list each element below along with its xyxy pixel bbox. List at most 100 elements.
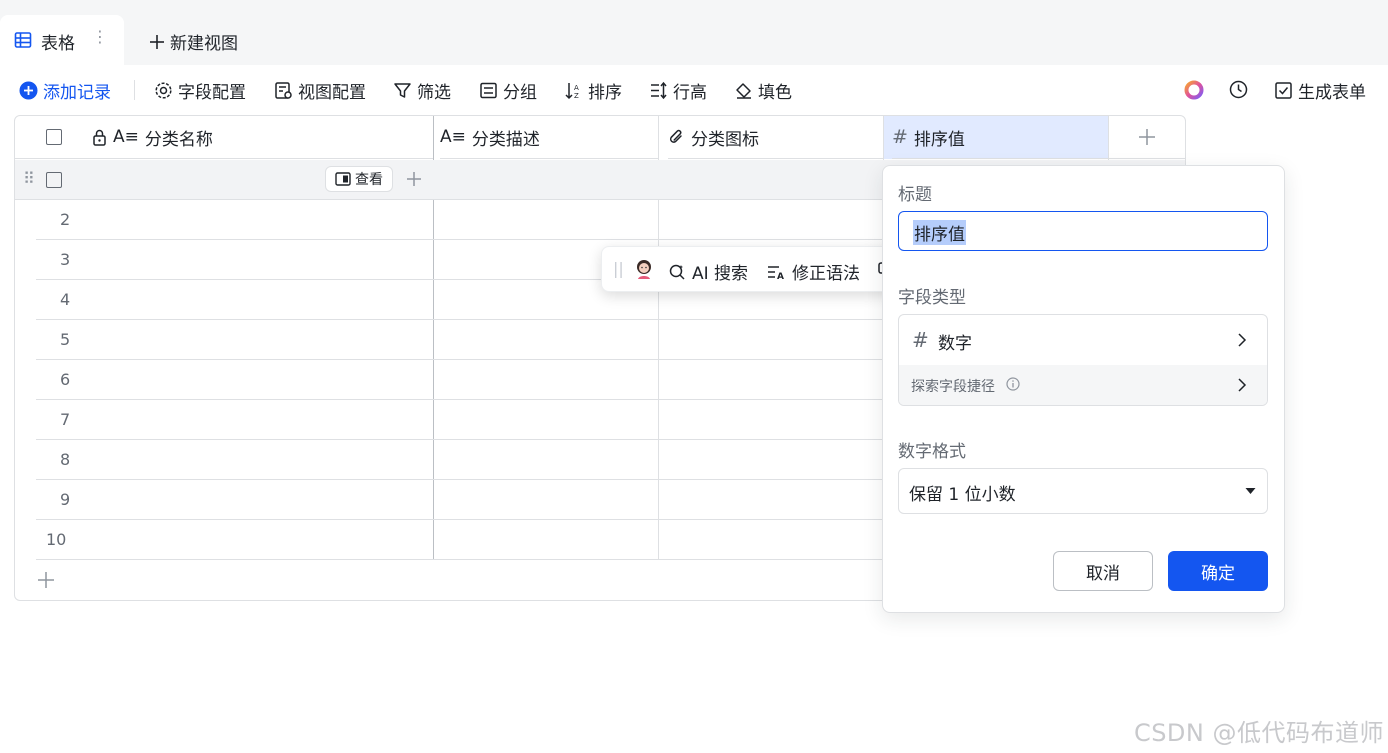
ai-search-icon [668,263,686,281]
group-button[interactable]: 分组 [479,78,537,103]
row-checkbox[interactable] [46,172,62,188]
tab-table-view[interactable]: 表格 ⋮ [0,15,124,65]
row-height-button[interactable]: 行高 [649,78,707,103]
chevron-right-icon [1237,377,1247,393]
row-number: 4 [60,290,71,309]
history-clock-icon[interactable] [1228,79,1249,100]
fix-grammar-label: 修正语法 [792,264,860,284]
add-record-button[interactable]: 添加记录 [19,78,111,103]
chevron-right-icon [1237,332,1247,348]
drag-grip-icon[interactable]: || [613,259,624,278]
svg-text:A: A [574,84,579,92]
field-type-option[interactable]: # 数字 [899,315,1267,365]
table-grid-icon [14,31,32,49]
row-number: 2 [60,210,71,229]
new-view-label: 新建视图 [170,34,238,54]
lock-icon [92,129,107,146]
field-config-button[interactable]: 字段配置 [154,78,246,103]
add-row-icon[interactable] [406,171,422,187]
add-record-label: 添加记录 [43,82,111,103]
plus-icon [1138,128,1156,146]
expand-record-button[interactable]: 查看 [325,166,393,192]
new-view-button[interactable]: 新建视图 [148,29,238,54]
ai-search-label: AI 搜索 [692,264,749,284]
column-header-label: 分类描述 [471,129,540,150]
fill-color-label: 填色 [758,82,792,103]
column-divider [883,116,884,160]
expand-record-label: 查看 [355,172,383,188]
sort-button[interactable]: AZ 排序 [564,78,622,103]
field-type-value: 数字 [938,334,972,354]
more-vertical-icon[interactable]: ⋮ [92,27,108,46]
column-header-label: 排序值 [913,129,965,150]
confirm-button[interactable]: 确定 [1168,551,1268,591]
generate-form-label: 生成表单 [1298,82,1366,103]
add-column-button[interactable] [1109,116,1185,159]
title-label: 标题 [898,185,932,205]
filter-icon [393,81,412,100]
fill-color-button[interactable]: 填色 [734,78,792,103]
ai-floating-toolbar: || AI 搜索 A 修正语法 [601,246,903,292]
cancel-button[interactable]: 取消 [1053,551,1153,591]
avatar-icon[interactable] [634,258,654,280]
svg-text:A: A [777,272,784,281]
view-settings-icon [274,81,293,100]
group-list-icon [479,81,498,100]
row-height-icon [649,81,668,100]
field-title-input[interactable]: 排序值 [898,211,1268,251]
number-hash-icon: # [912,328,929,352]
field-type-label: 字段类型 [898,288,966,308]
column-header-category-description[interactable]: A≡ 分类描述 [440,116,659,159]
select-all-checkbox[interactable] [46,129,62,145]
row-number: 3 [60,250,71,269]
text-field-icon: A≡ [113,127,139,147]
field-title-value: 排序值 [913,220,966,245]
sort-label: 排序 [588,82,622,103]
generate-form-button[interactable]: 生成表单 [1274,78,1366,103]
field-type-selector: # 数字 探索字段捷径 [898,314,1268,406]
row-number: 9 [60,490,71,509]
number-hash-icon: # [892,126,908,148]
column-header-category-name[interactable]: A≡ 分类名称 [15,116,434,159]
tab-label: 表格 [41,34,75,54]
grammar-icon: A [767,263,786,281]
column-header-sort-value[interactable]: # 排序值 [892,116,1109,159]
row-number: 8 [60,450,71,469]
confirm-label: 确定 [1201,563,1235,584]
ai-search-button[interactable]: AI 搜索 [668,259,748,284]
plus-icon [148,33,166,51]
cancel-label: 取消 [1086,563,1120,584]
explore-field-shortcut[interactable]: 探索字段捷径 [899,365,1267,405]
ai-assistant-icon[interactable] [1183,79,1205,101]
add-record-row-icon[interactable] [37,571,55,589]
toolbar-divider [134,80,135,100]
view-config-label: 视图配置 [298,82,366,103]
column-header-category-icon[interactable]: 分类图标 [668,116,884,159]
view-config-button[interactable]: 视图配置 [274,78,366,103]
filter-button[interactable]: 筛选 [393,78,451,103]
info-icon[interactable] [1006,377,1020,391]
row-height-label: 行高 [673,82,707,103]
number-format-label: 数字格式 [898,442,966,462]
group-label: 分组 [503,82,537,103]
attachment-icon [668,128,685,146]
number-format-value: 保留 1 位小数 [909,485,1016,505]
gear-icon [154,81,173,100]
svg-text:Z: Z [574,92,579,100]
paint-bucket-icon [734,81,753,100]
text-field-icon: A≡ [440,127,466,147]
row-number: 10 [46,530,67,549]
caret-down-icon [1245,487,1256,495]
drag-handle-icon[interactable]: ⠿ [23,169,35,188]
filter-label: 筛选 [417,82,451,103]
row-number: 6 [60,370,71,389]
expand-panel-icon [335,172,351,186]
column-header-label: 分类图标 [691,129,759,150]
row-number: 7 [60,410,71,429]
field-config-label: 字段配置 [178,82,246,103]
column-header-label: 分类名称 [144,129,213,150]
number-format-select[interactable]: 保留 1 位小数 [898,468,1268,514]
fix-grammar-button[interactable]: A 修正语法 [767,259,860,284]
field-settings-panel: 标题 排序值 字段类型 # 数字 探索字段捷径 数字格式 保留 1 位小数 取消… [882,165,1285,613]
form-check-icon [1274,81,1293,100]
